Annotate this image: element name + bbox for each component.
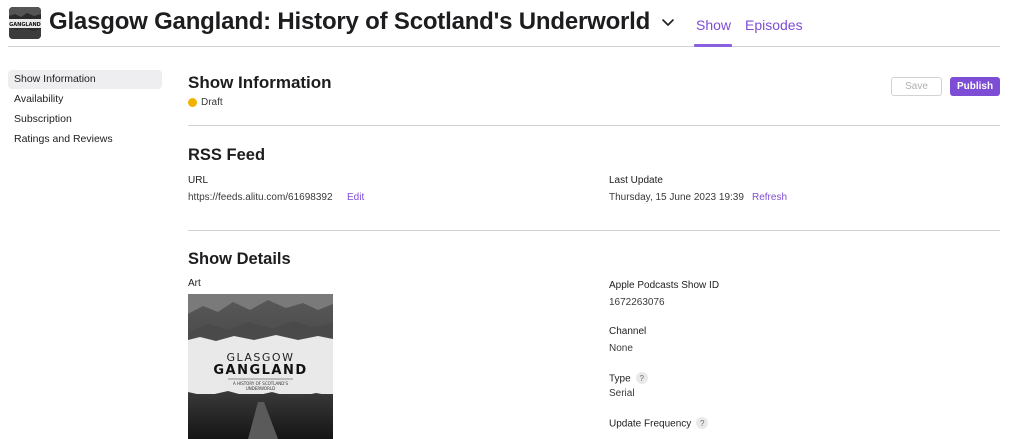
channel-label: Channel <box>609 326 647 337</box>
show-details-heading: Show Details <box>188 250 291 268</box>
active-tab-indicator <box>694 44 732 47</box>
refresh-link[interactable]: Refresh <box>752 192 787 203</box>
update-frequency-label-row: Update Frequency? <box>609 417 709 430</box>
divider <box>188 125 1000 126</box>
url-label: URL <box>188 175 209 186</box>
sidebar-item-subscription[interactable]: Subscription <box>8 110 162 129</box>
edit-url-link[interactable]: Edit <box>347 192 364 203</box>
tab-show[interactable]: Show <box>696 17 731 33</box>
chevron-down-icon[interactable] <box>660 17 676 29</box>
sidebar-item-availability[interactable]: Availability <box>8 90 162 109</box>
save-button[interactable]: Save <box>891 77 942 96</box>
show-title: Glasgow Gangland: History of Scotland's … <box>49 8 651 35</box>
type-label: Type <box>609 373 631 385</box>
artwork-line-4: UNDERWORLD <box>246 386 275 391</box>
thumbnail-text: GANGLAND <box>9 22 41 28</box>
type-value: Serial <box>609 388 635 399</box>
last-update-value: Thursday, 15 June 2023 19:39 <box>609 192 744 203</box>
status-badge: Draft <box>188 97 223 108</box>
publish-button[interactable]: Publish <box>950 77 1000 96</box>
show-thumbnail-art: GANGLAND <box>9 7 41 39</box>
rss-feed-heading: RSS Feed <box>188 146 266 164</box>
status-label: Draft <box>201 97 223 108</box>
page-title: Show Information <box>188 73 332 92</box>
sidebar-item-show-information[interactable]: Show Information <box>8 70 162 89</box>
sidebar: Show Information Availability Subscripti… <box>8 70 162 150</box>
channel-value: None <box>609 343 633 354</box>
show-id-label: Apple Podcasts Show ID <box>609 280 720 291</box>
artwork-image: GLASGOW GANGLAND A HISTORY OF SCOTLAND'S… <box>188 294 333 439</box>
url-value: https://feeds.alitu.com/61698392 <box>188 192 333 203</box>
divider <box>188 230 1000 231</box>
show-artwork[interactable]: GLASGOW GANGLAND A HISTORY OF SCOTLAND'S… <box>188 294 333 439</box>
artwork-line-2: GANGLAND <box>213 363 307 378</box>
type-help-icon[interactable]: ? <box>635 372 648 384</box>
type-label-row: Type? <box>609 372 648 385</box>
top-bar: GANGLAND Glasgow Gangland: History of Sc… <box>8 0 1000 47</box>
sidebar-item-ratings-and-reviews[interactable]: Ratings and Reviews <box>8 130 162 149</box>
update-frequency-help-icon[interactable]: ? <box>696 417 709 429</box>
show-id-value: 1672263076 <box>609 297 665 308</box>
show-thumbnail[interactable]: GANGLAND <box>9 7 41 39</box>
update-frequency-label: Update Frequency <box>609 418 692 430</box>
tab-episodes[interactable]: Episodes <box>745 17 803 33</box>
last-update-label: Last Update <box>609 175 663 186</box>
art-label: Art <box>188 278 201 289</box>
status-dot-icon <box>188 98 197 107</box>
